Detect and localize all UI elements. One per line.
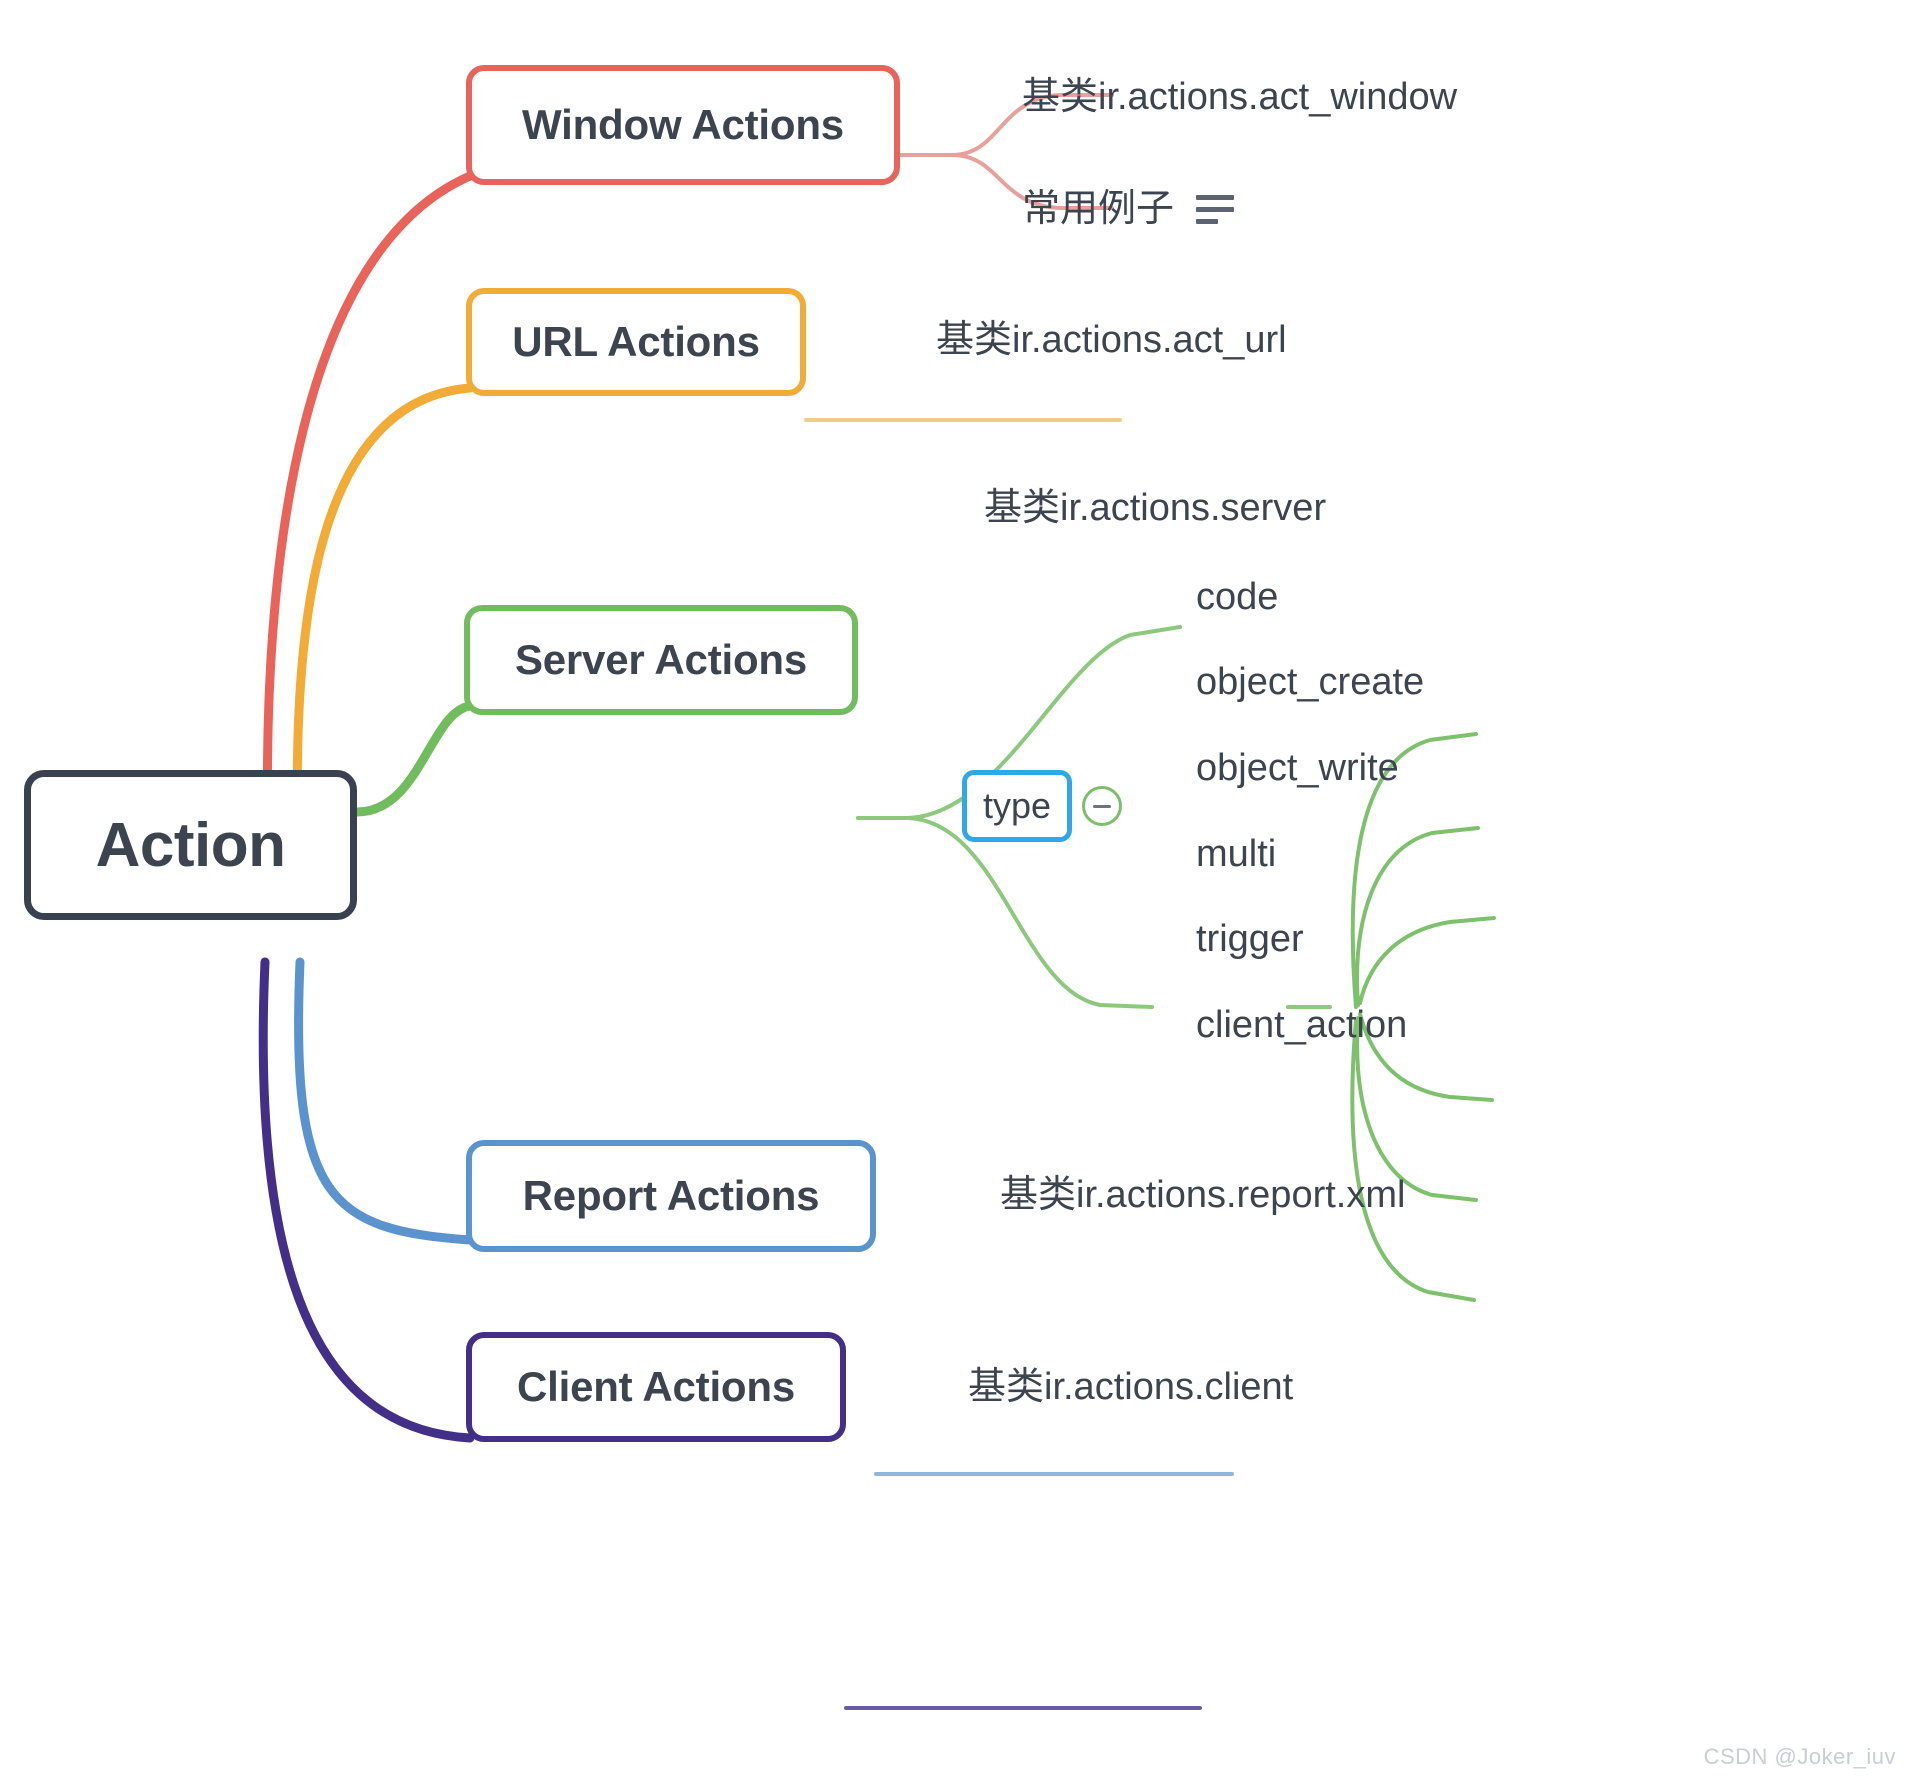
leaf-type-multi[interactable]: multi: [1196, 835, 1276, 873]
node-root-action[interactable]: Action: [24, 770, 357, 920]
leaf-type-multi-label: multi: [1196, 833, 1277, 875]
leaf-type-object-write-label: object_write: [1196, 747, 1399, 789]
leaf-type-object-create[interactable]: object_create: [1196, 663, 1424, 701]
node-root-label: Action: [95, 810, 286, 880]
leaf-client-base-class[interactable]: 基类ir.actions.client: [968, 1368, 1293, 1406]
edge-root-client-actions: [258, 957, 475, 1443]
mindmap-canvas: Action Window Actions 基类ir.actions.act_w…: [0, 0, 1916, 1784]
leaf-window-common-examples-label: 常用例子: [1022, 188, 1175, 230]
node-server-actions-label: Server Actions: [514, 636, 808, 683]
node-server-actions[interactable]: Server Actions: [464, 605, 858, 715]
leaf-type-code[interactable]: code: [1196, 578, 1278, 616]
node-url-actions-label: URL Actions: [512, 318, 760, 365]
leaf-type-trigger[interactable]: trigger: [1196, 920, 1304, 958]
leaf-type-object-create-label: object_create: [1196, 661, 1425, 703]
node-client-actions-label: Client Actions: [517, 1363, 795, 1410]
notes-icon: [1196, 194, 1235, 224]
collapse-toggle-type[interactable]: [1082, 786, 1122, 826]
node-window-actions[interactable]: Window Actions: [466, 65, 900, 185]
node-client-actions[interactable]: Client Actions: [466, 1332, 846, 1442]
node-server-type[interactable]: type: [962, 770, 1072, 842]
node-server-type-label: type: [982, 785, 1052, 826]
leaf-window-common-examples[interactable]: 常用例子: [1022, 188, 1235, 230]
leaf-type-object-write[interactable]: object_write: [1196, 749, 1399, 787]
leaf-window-base-class[interactable]: 基类ir.actions.act_window: [1022, 78, 1457, 116]
edge-root-window-actions: [262, 171, 475, 843]
leaf-type-trigger-label: trigger: [1196, 918, 1304, 960]
watermark: CSDN @Joker_iuv: [1703, 1744, 1896, 1769]
leaf-report-base-class[interactable]: 基类ir.actions.report.xml: [1000, 1176, 1405, 1214]
leaf-report-base-class-label: 基类ir.actions.report.xml: [1000, 1174, 1406, 1216]
node-url-actions[interactable]: URL Actions: [466, 288, 806, 396]
leaf-type-code-label: code: [1196, 576, 1279, 618]
leaf-server-base-class-label: 基类ir.actions.server: [984, 487, 1327, 529]
edge-root-report-actions: [294, 957, 475, 1245]
edge-type-to-object-create: [1355, 826, 1480, 1007]
leaf-window-base-class-label: 基类ir.actions.act_window: [1022, 76, 1458, 118]
leaf-url-base-class[interactable]: 基类ir.actions.act_url: [936, 321, 1287, 359]
leaf-url-base-class-label: 基类ir.actions.act_url: [936, 319, 1287, 361]
minus-icon: [1093, 804, 1111, 808]
edge-type-to-object-write: [1358, 916, 1496, 1005]
node-report-actions-label: Report Actions: [522, 1172, 820, 1219]
leaf-client-base-class-label: 基类ir.actions.client: [968, 1366, 1294, 1408]
edge-server-to-type: [856, 816, 1154, 1009]
node-window-actions-label: Window Actions: [522, 101, 844, 148]
leaf-server-base-class[interactable]: 基类ir.actions.server: [984, 489, 1326, 527]
leaf-type-client-action-label: client_action: [1196, 1004, 1408, 1046]
leaf-type-client-action[interactable]: client_action: [1196, 1006, 1407, 1044]
node-report-actions[interactable]: Report Actions: [466, 1140, 876, 1252]
edge-type-to-client-action: [1350, 1018, 1476, 1302]
edge-root-server-actions: [352, 701, 475, 817]
